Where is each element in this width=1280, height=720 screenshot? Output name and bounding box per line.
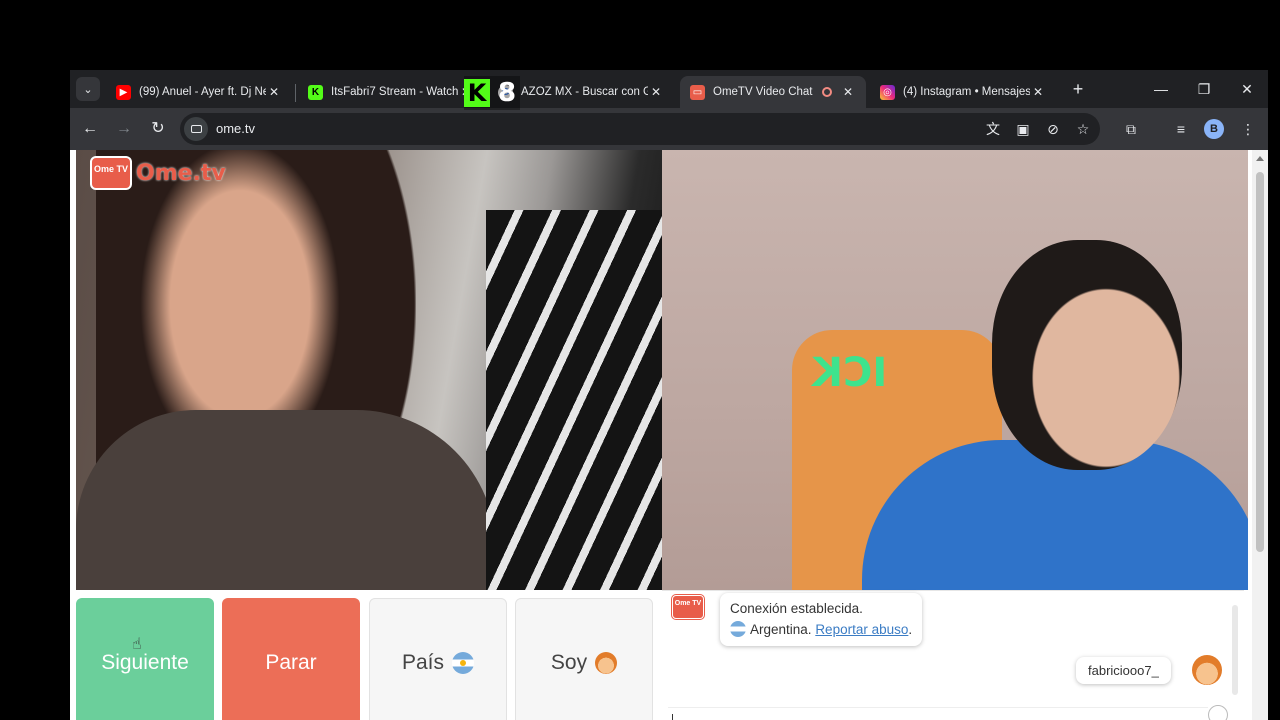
partner-country: Argentina. — [750, 622, 812, 637]
url-text[interactable]: ome.tv — [216, 121, 255, 136]
chat-input[interactable] — [668, 707, 1208, 720]
close-icon[interactable]: ✕ — [648, 85, 664, 99]
instagram-icon: ◎ — [880, 84, 895, 100]
local-video: ICK — [662, 150, 1248, 590]
recording-icon — [822, 87, 832, 97]
tab-instagram[interactable]: ◎ (4) Instagram • Mensajes ✕ — [870, 76, 1056, 108]
partner-country-line: Argentina. Reportar abuso. — [730, 619, 912, 640]
tab-title: ItsFabri7 Stream - Watch — [331, 86, 458, 98]
tab-ometv[interactable]: ▭ OmeTV Video Chat - ✕ — [680, 76, 866, 108]
argentina-flag-icon — [730, 621, 746, 637]
ometv-page: Ome TV Ome.tv ICK Siguiente ☝ Parar País — [70, 150, 1252, 720]
youtube-icon: ▶ — [116, 84, 131, 100]
tab-title: AZOZ MX - Buscar con G — [521, 86, 648, 98]
report-abuse-link[interactable]: Reportar abuso — [815, 622, 908, 637]
browser-toolbar: ← → ↻ ome.tv 文 ▣ ⊘ ☆ ⧉ ≡ B ⋮ — [70, 108, 1268, 150]
camera-icon — [190, 125, 202, 133]
close-icon[interactable]: ✕ — [266, 85, 282, 99]
scrollbar-thumb[interactable] — [1256, 172, 1264, 552]
tab-kick[interactable]: K ItsFabri7 Stream - Watch ✕ — [298, 76, 484, 108]
arrow-left-icon: ← — [82, 120, 98, 137]
bookmark-star-icon[interactable]: ☆ — [1072, 118, 1094, 140]
system-message: Conexión establecida. Argentina. Reporta… — [720, 593, 923, 646]
arrow-right-icon: → — [116, 120, 132, 137]
menu-kebab-icon[interactable]: ⋮ — [1237, 118, 1259, 140]
ometv-icon: ▭ — [690, 84, 705, 100]
minimize-button[interactable]: — — [1141, 77, 1181, 101]
media-control-icon[interactable]: ≡ — [1170, 118, 1192, 140]
translate-icon[interactable]: 文 — [982, 118, 1004, 140]
ometv-watermark: Ome TV Ome.tv — [90, 156, 226, 190]
reload-icon: ↻ — [151, 120, 165, 137]
country-button[interactable]: País — [369, 598, 507, 720]
stop-button[interactable]: Parar — [222, 598, 360, 720]
connection-status: Conexión establecida. — [730, 601, 863, 616]
tab-title: (4) Instagram • Mensajes — [903, 86, 1030, 98]
kick-icon: K — [308, 84, 323, 100]
kick-viewer-count: 8 — [498, 78, 517, 108]
tab-separator — [295, 84, 296, 102]
address-bar[interactable]: ome.tv — [180, 113, 1100, 145]
gender-button-label: Soy — [550, 651, 588, 674]
tab-title: (99) Anuel - Ayer ft. Dj Ne — [139, 86, 266, 98]
remote-background-person — [486, 210, 662, 590]
tab-strip: ⌄ ▶ (99) Anuel - Ayer ft. Dj Ne ✕ K ItsF… — [70, 70, 1268, 108]
page-scrollbar[interactable] — [1252, 150, 1268, 720]
chat-controls: Siguiente ☝ Parar País Soy — [76, 598, 653, 720]
gender-button[interactable]: Soy — [515, 598, 653, 720]
back-button[interactable]: ← — [78, 117, 102, 141]
browser-window: ⌄ ▶ (99) Anuel - Ayer ft. Dj Ne ✕ K ItsF… — [70, 70, 1268, 720]
extensions-icon[interactable]: ⧉ — [1120, 118, 1142, 140]
close-icon[interactable]: ✕ — [840, 85, 856, 99]
boy-avatar-icon — [1192, 655, 1222, 685]
text-caret — [672, 714, 673, 720]
boy-icon — [595, 652, 618, 674]
ometv-logo-text: Ome.tv — [136, 160, 226, 186]
profile-avatar[interactable]: B — [1204, 119, 1224, 139]
next-button[interactable]: Siguiente ☝ — [76, 598, 214, 720]
remote-video: Ome TV Ome.tv — [76, 150, 662, 590]
eye-off-icon[interactable]: ⊘ — [1042, 118, 1064, 140]
ometv-logo-icon: Ome TV — [90, 156, 132, 190]
tab-search-button[interactable]: ⌄ — [76, 77, 100, 101]
stop-button-label: Parar — [265, 651, 317, 674]
forward-button[interactable]: → — [112, 117, 136, 141]
cast-icon[interactable]: ▣ — [1012, 118, 1034, 140]
tab-youtube[interactable]: ▶ (99) Anuel - Ayer ft. Dj Ne ✕ — [106, 76, 292, 108]
argentina-flag-icon — [452, 652, 475, 674]
country-button-label: País — [401, 651, 445, 674]
ometv-chat-logo-icon: Ome TV — [672, 595, 704, 619]
site-info-button[interactable] — [184, 117, 208, 141]
emoji-icon[interactable] — [1208, 705, 1228, 720]
tab-title: OmeTV Video Chat - — [713, 86, 814, 98]
close-window-button[interactable]: ✕ — [1227, 77, 1267, 101]
next-button-label: Siguiente — [101, 651, 189, 674]
chevron-down-icon: ⌄ — [83, 83, 93, 96]
scroll-up-icon[interactable] — [1256, 156, 1264, 161]
new-tab-button[interactable]: + — [1068, 79, 1088, 100]
close-icon[interactable]: ✕ — [1030, 85, 1046, 99]
chair-label: ICK — [812, 350, 888, 396]
kick-logo-icon: K — [464, 79, 490, 107]
kick-viewer-overlay: K 8 — [464, 76, 521, 110]
remote-person-body — [76, 410, 496, 590]
reload-button[interactable]: ↻ — [146, 117, 170, 141]
mouse-cursor-icon: ☝ — [132, 636, 142, 653]
restore-button[interactable]: ❐ — [1184, 77, 1224, 101]
chat-scrollbar[interactable] — [1232, 605, 1238, 695]
my-message: fabriciooo7_ — [1076, 657, 1171, 684]
chat-panel: Ome TV Conexión establecida. Argentina. … — [662, 590, 1244, 720]
local-person — [992, 240, 1182, 470]
report-suffix: . — [908, 622, 913, 637]
